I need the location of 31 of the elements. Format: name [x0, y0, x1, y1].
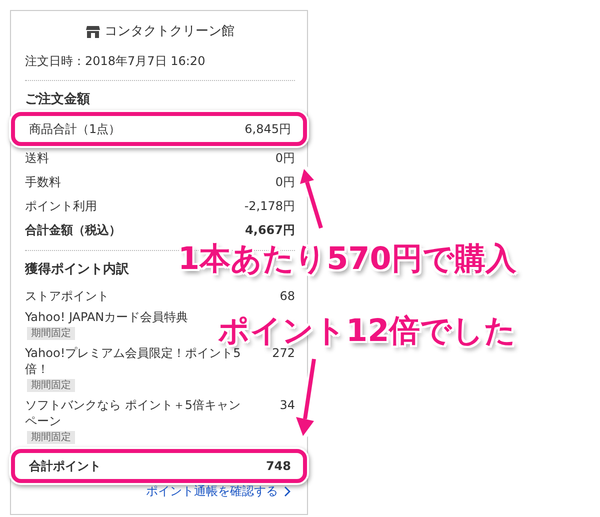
row-label: Yahoo!プレミアム会員限定！ポイント5倍！ — [25, 345, 242, 377]
section-heading: ご注文金額 — [25, 91, 91, 108]
row-value: 0円 — [275, 150, 295, 166]
row-label: 手数料 — [25, 174, 61, 190]
total-label: 合計金額（税込） — [25, 222, 121, 238]
section-heading: 獲得ポイント内訳 — [25, 261, 130, 278]
period-tag: 期間固定 — [27, 327, 75, 340]
row-value: 68 — [280, 288, 295, 304]
annotation-text: 1本あたり570円で購入 — [178, 244, 516, 275]
total-value: 748 — [266, 458, 291, 474]
store-icon — [86, 25, 100, 38]
chevron-icon — [284, 486, 291, 497]
row-value: 0円 — [275, 174, 295, 190]
row-value: 34 — [280, 397, 295, 413]
row-label: ポイント利用 — [25, 198, 97, 214]
period-tag: 期間固定 — [27, 379, 75, 392]
annotation-text: ポイント12倍でした — [218, 316, 516, 347]
row-label: ストアポイント — [25, 288, 110, 304]
point-history-link[interactable]: ポイント通帳を確認する — [146, 483, 278, 500]
total-value: 4,667円 — [245, 222, 295, 238]
order-date: 注文日時：2018年7月7日 16:20 — [25, 53, 206, 70]
period-tag: 期間固定 — [27, 431, 75, 444]
total-label: 合計ポイント — [29, 458, 101, 474]
row-value: 6,845円 — [244, 121, 291, 137]
row-label: Yahoo! JAPANカード会員特典 — [25, 309, 190, 325]
row-label: 送料 — [25, 150, 49, 166]
row-label: 商品合計（1点） — [29, 121, 121, 137]
row-value: 272 — [272, 346, 295, 361]
row-value: -2,178円 — [244, 198, 295, 214]
row-label: ソフトバンクなら ポイント＋5倍キャンペーン — [25, 397, 242, 429]
shop-name: コンタクトクリーン館 — [104, 23, 234, 40]
